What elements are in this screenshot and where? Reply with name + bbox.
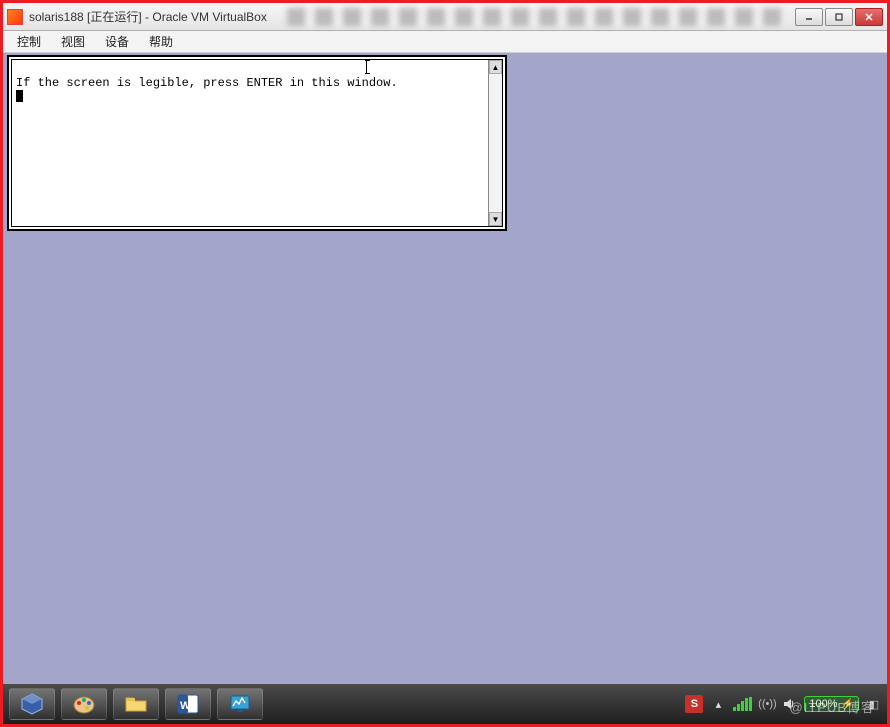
taskbar-explorer[interactable]	[113, 688, 159, 720]
close-button[interactable]	[855, 8, 883, 26]
menu-devices[interactable]: 设备	[97, 31, 137, 52]
scroll-track[interactable]	[489, 74, 502, 212]
menu-view[interactable]: 视图	[53, 31, 93, 52]
ime-indicator[interactable]: S	[685, 695, 703, 713]
terminal-block-cursor	[16, 90, 23, 102]
maximize-button[interactable]	[825, 8, 853, 26]
window-titlebar: solaris188 [正在运行] - Oracle VM VirtualBox	[3, 3, 887, 31]
terminal-content[interactable]: If the screen is legible, press ENTER in…	[12, 60, 488, 226]
menu-control[interactable]: 控制	[9, 31, 49, 52]
terminal-window[interactable]: If the screen is legible, press ENTER in…	[7, 55, 507, 231]
scroll-down-button[interactable]: ▼	[489, 212, 502, 226]
menu-help[interactable]: 帮助	[141, 31, 181, 52]
taskbar-paint[interactable]	[61, 688, 107, 720]
volume-icon[interactable]	[782, 697, 796, 711]
host-taskbar: W S ▴ ((•)) 100% ⚡ ◧ @ITPUB博客	[3, 684, 887, 724]
window-title: solaris188 [正在运行] - Oracle VM VirtualBox	[29, 8, 279, 25]
paint-palette-icon	[72, 692, 96, 716]
tray-chevron-up-icon[interactable]: ▴	[711, 697, 725, 711]
plug-icon: ⚡	[842, 699, 854, 710]
tray-overflow-icon[interactable]: ◧	[867, 697, 881, 711]
terminal-line-1: If the screen is legible, press ENTER in…	[16, 76, 398, 90]
signal-bars-icon[interactable]	[733, 697, 752, 711]
taskbar-word[interactable]: W	[165, 688, 211, 720]
text-ibeam-cursor-icon	[366, 60, 367, 74]
wifi-icon[interactable]: ((•))	[760, 697, 774, 711]
virtualbox-icon	[20, 692, 44, 716]
system-tray: S ▴ ((•)) 100% ⚡ ◧	[685, 695, 881, 713]
svg-text:W: W	[180, 700, 191, 712]
minimize-button[interactable]	[795, 8, 823, 26]
menubar: 控制 视图 设备 帮助	[3, 31, 887, 53]
taskbar-task-manager[interactable]	[217, 688, 263, 720]
guest-desktop[interactable]: If the screen is legible, press ENTER in…	[3, 53, 887, 684]
scroll-up-button[interactable]: ▲	[489, 60, 502, 74]
battery-indicator[interactable]: 100% ⚡	[804, 696, 859, 712]
folder-icon	[124, 692, 148, 716]
word-icon: W	[176, 692, 200, 716]
monitor-icon	[228, 692, 252, 716]
taskbar-virtualbox[interactable]	[9, 688, 55, 720]
virtualbox-app-icon	[7, 9, 23, 25]
terminal-scrollbar[interactable]: ▲ ▼	[488, 60, 502, 226]
titlebar-blur-region	[287, 8, 787, 26]
battery-percent: 100%	[809, 698, 837, 710]
